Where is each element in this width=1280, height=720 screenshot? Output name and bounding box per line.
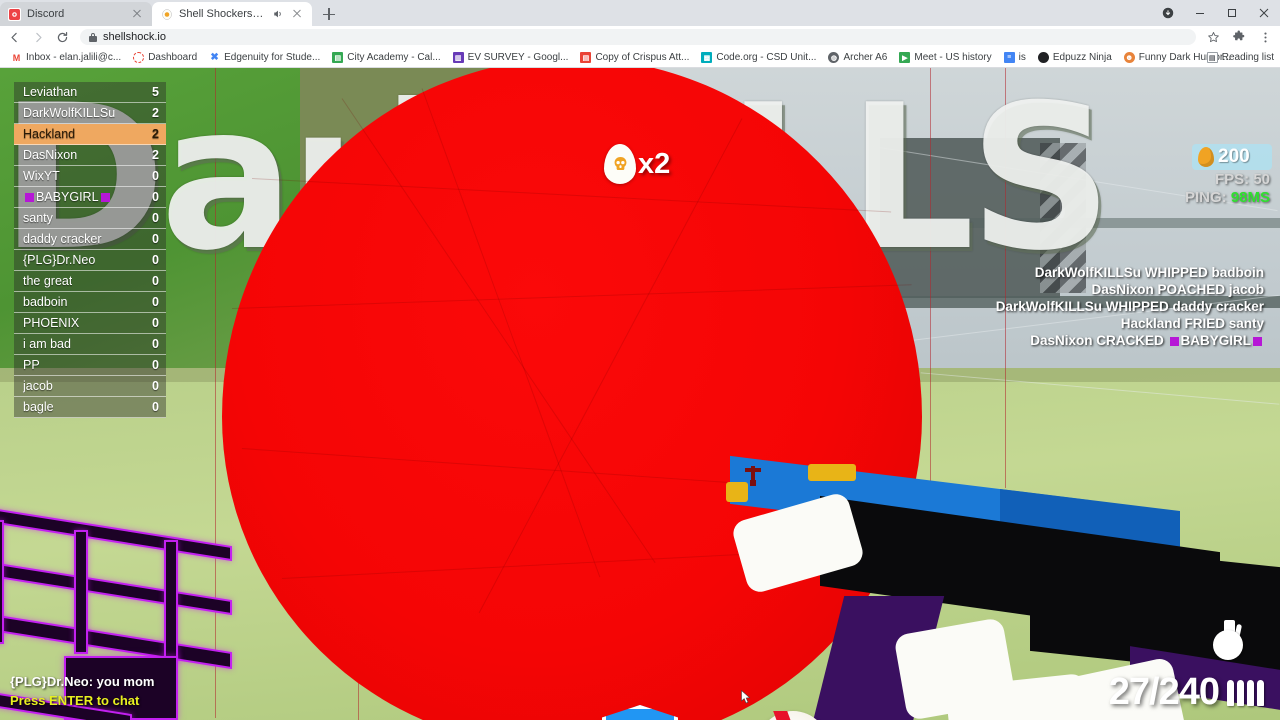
tab-title: Discord: [27, 8, 65, 20]
reading-list-button[interactable]: ▤ Reading list: [1206, 52, 1274, 63]
bookmark-inbox[interactable]: M Inbox - elan.jalili@c...: [5, 49, 127, 67]
discord-icon: [8, 7, 21, 21]
bookmark-label: Copy of Crispus Att...: [595, 52, 690, 63]
codeorg-icon: ▩: [701, 52, 713, 63]
game-canvas[interactable]: DarkKILLS DarkKILLS: [0, 68, 1280, 720]
speaker-icon[interactable]: [272, 8, 284, 20]
bookmark-label: Archer A6: [843, 52, 888, 63]
slides-icon: ▤: [580, 52, 592, 63]
maximize-button[interactable]: [1216, 0, 1248, 26]
tab-discord[interactable]: Discord: [0, 2, 152, 26]
minimize-button[interactable]: [1184, 0, 1216, 26]
window-controls: [1152, 0, 1280, 26]
bookmark-meet[interactable]: ▶ Meet - US history: [893, 49, 997, 67]
meet-icon: ▶: [899, 52, 911, 63]
back-icon[interactable]: [6, 29, 22, 45]
docs-icon: ≡: [1003, 52, 1015, 63]
tab-title: Shell Shockers | by Blue Wiz: [179, 8, 266, 20]
bookmark-edgenuity[interactable]: ✖ Edgenuity for Stude...: [203, 49, 326, 67]
humor-icon: ☻: [1123, 52, 1135, 63]
dashboard-icon: [133, 52, 145, 63]
egg-icon: [160, 8, 173, 21]
edpuzzle-icon: [1037, 52, 1049, 63]
bookmark-label: City Academy - Cal...: [347, 52, 441, 63]
tab-strip: Discord Shell Shockers | by Blue Wiz: [0, 0, 1280, 26]
edgenuity-icon: ✖: [209, 52, 221, 63]
gmail-icon: M: [11, 52, 22, 63]
reading-list-icon: ▤: [1206, 52, 1218, 63]
sheets-icon: ▤: [332, 52, 344, 63]
url-text: shellshock.io: [103, 31, 166, 43]
bookmark-ev-survey[interactable]: ▥ EV SURVEY - Googl...: [447, 49, 575, 67]
weapon-viewmodel: [700, 455, 1280, 720]
lock-icon: [89, 32, 97, 42]
bookmark-crispus[interactable]: ▤ Copy of Crispus Att...: [574, 49, 695, 67]
bookmark-label: Code.org - CSD Unit...: [716, 52, 817, 63]
bookmark-label: Edgenuity for Stude...: [224, 52, 321, 63]
download-icon[interactable]: [1152, 0, 1184, 26]
close-button[interactable]: [1248, 0, 1280, 26]
forward-icon[interactable]: [30, 29, 46, 45]
browser-menu-icon[interactable]: [1256, 28, 1274, 46]
bookmark-label: Dashboard: [148, 52, 198, 63]
bookmark-city-academy[interactable]: ▤ City Academy - Cal...: [326, 49, 446, 67]
browser-toolbar: shellshock.io: [0, 26, 1280, 48]
archer-icon: ◍: [828, 52, 840, 63]
close-icon[interactable]: [130, 7, 144, 21]
bookmark-is[interactable]: ≡ is: [998, 49, 1032, 67]
tab-shell-shockers[interactable]: Shell Shockers | by Blue Wiz: [152, 2, 312, 26]
bookmark-label: Inbox - elan.jalili@c...: [26, 52, 122, 63]
bookmarks-bar: M Inbox - elan.jalili@c... Dashboard ✖ E…: [0, 48, 1280, 68]
bookmark-star-icon[interactable]: [1204, 28, 1222, 46]
address-bar[interactable]: shellshock.io: [80, 29, 1196, 45]
forms-icon: ▥: [452, 52, 464, 63]
bookmark-codeorg[interactable]: ▩ Code.org - CSD Unit...: [695, 49, 822, 67]
bookmark-archer[interactable]: ◍ Archer A6: [822, 49, 893, 67]
bookmark-edpuzz-ninja[interactable]: Edpuzz Ninja: [1032, 49, 1118, 67]
purple-scaffold: [0, 508, 280, 720]
reload-icon[interactable]: [54, 29, 70, 45]
browser-window: Discord Shell Shockers | by Blue Wiz: [0, 0, 1280, 720]
bookmark-label: Meet - US history: [914, 52, 992, 63]
bookmark-label: is: [1018, 52, 1026, 63]
reading-list-label: Reading list: [1221, 52, 1274, 63]
bookmark-label: Edpuzz Ninja: [1052, 52, 1112, 63]
player-hand: [1052, 656, 1188, 720]
extensions-puzzle-icon[interactable]: [1230, 28, 1248, 46]
new-tab-button[interactable]: [316, 2, 342, 26]
bookmark-label: EV SURVEY - Googl...: [467, 52, 569, 63]
close-icon[interactable]: [290, 7, 304, 21]
bookmark-dashboard[interactable]: Dashboard: [127, 49, 203, 67]
